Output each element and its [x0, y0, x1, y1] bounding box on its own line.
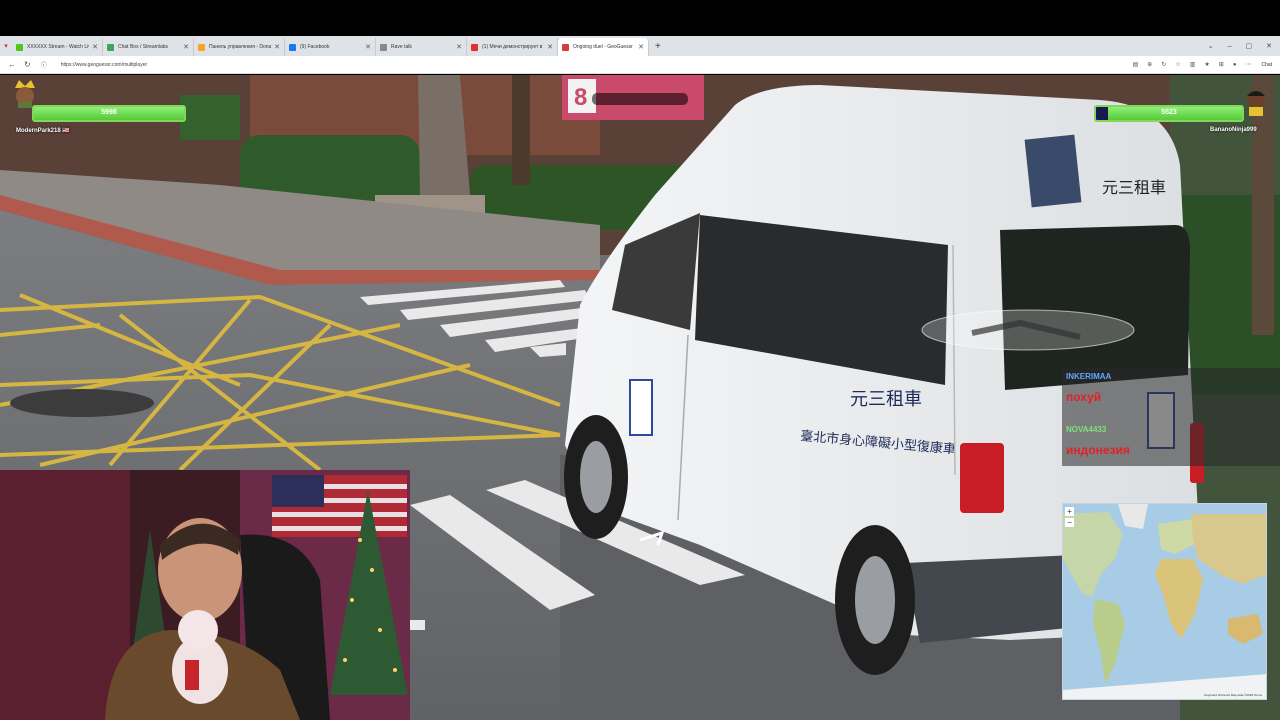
maximize-icon[interactable]: ▢ — [1246, 42, 1253, 50]
player-left-avatar — [15, 80, 35, 108]
site-info-icon[interactable]: ⓘ — [41, 60, 47, 69]
browser-tab-strip: ▾ XXXXXX Stream - Watch Live on K✕Chat B… — [0, 36, 1280, 56]
stream-chat-overlay: INKERIMAA похуй NOVA4433 индонезия — [1062, 368, 1280, 466]
banner-number: 8 — [574, 84, 587, 111]
world-map — [1063, 504, 1266, 699]
browser-tab[interactable]: XXXXXX Stream - Watch Live on K✕ — [12, 38, 103, 56]
new-tab-button[interactable]: + — [655, 41, 661, 52]
player-right-name: BananoNinja999 — [1210, 127, 1257, 133]
compass-bar — [592, 93, 688, 105]
address-bar-row: ← ↻ ⓘ https://www.geoguessr.com/multipla… — [0, 56, 1280, 74]
chat-user-2: NOVA4433 — [1066, 425, 1107, 434]
reader-icon[interactable]: ▤ — [1133, 61, 1139, 68]
tab-title: Rave talk — [391, 44, 412, 50]
more-menu-icon[interactable]: ⋯ — [1245, 61, 1251, 68]
tab-list-icon[interactable]: ⌄ — [1208, 42, 1214, 50]
chat-message-2: индонезия — [1066, 443, 1130, 457]
tab-favicon-icon — [380, 43, 387, 51]
tab-close-icon[interactable]: ✕ — [547, 43, 553, 51]
profile-icon[interactable]: ● — [1233, 62, 1237, 68]
tab-close-icon[interactable]: ✕ — [183, 43, 189, 51]
tab-favicon-icon — [198, 43, 205, 51]
map-attribution: Keyboard shortcuts Map data ©2025 Terms — [1204, 693, 1262, 697]
tab-title: XXXXXX Stream - Watch Live on K — [27, 44, 89, 50]
refresh-icon[interactable]: ↻ — [1161, 61, 1166, 68]
black-letterbox-top — [0, 0, 1280, 36]
minimize-icon[interactable]: – — [1228, 43, 1232, 50]
browser-tab[interactable]: Панель управления - Donationalerts✕ — [194, 38, 285, 56]
webcam-scene — [0, 470, 410, 720]
van-brand-rear: 元三租車 — [1102, 178, 1166, 197]
tab-close-icon[interactable]: ✕ — [274, 43, 280, 51]
map-zoom-out-button[interactable]: − — [1065, 518, 1074, 527]
zoom-icon[interactable]: ⊕ — [1147, 61, 1152, 68]
player-right-health-value: 5523 — [1161, 109, 1177, 116]
tab-title: Chat Box / Streamlabs — [118, 44, 169, 50]
browser-toolbar-icons: ▤ ⊕ ↻ ☆ ▥ ★ ⊞ ● ⋯ — [1133, 61, 1252, 69]
reload-icon[interactable]: ↻ — [24, 60, 31, 69]
player-left-name: ModernPark218 🇺🇸 — [16, 128, 70, 134]
tab-favicon-icon — [107, 43, 114, 51]
collections-icon[interactable]: ⊞ — [1219, 61, 1224, 68]
tab-close-icon[interactable]: ✕ — [456, 43, 462, 51]
browser-tab[interactable]: (1) Мечи демонстрирует в Yandex✕ — [467, 38, 558, 56]
tab-search-icon[interactable]: ▾ — [0, 36, 12, 56]
map-zoom-in-button[interactable]: + — [1065, 507, 1074, 516]
favorites-icon[interactable]: ★ — [1204, 61, 1209, 68]
player-left-health-bar: 5998 — [32, 105, 186, 122]
back-icon[interactable]: ← — [8, 60, 16, 69]
browser-tab[interactable]: Chat Box / Streamlabs ✕ — [103, 38, 194, 56]
van-brand-side: 元三租車 — [850, 389, 922, 410]
tab-title: Панель управления - Donationalerts — [209, 44, 272, 50]
guess-minimap[interactable]: Keyboard shortcuts Map data ©2025 Terms — [1062, 503, 1267, 700]
split-screen-icon[interactable]: ▥ — [1190, 61, 1196, 68]
tab-favicon-icon — [562, 43, 569, 51]
tab-favicon-icon — [471, 43, 478, 51]
browser-tab[interactable]: (9) Facebook ✕ — [285, 38, 376, 56]
player-right-avatar — [1247, 90, 1265, 116]
streamer-webcam — [0, 470, 410, 720]
tab-favicon-icon — [16, 43, 23, 51]
browser-tab[interactable]: Ongoing duel - GeoGuessr ✕ — [558, 38, 649, 56]
street-view-cursor — [921, 309, 1135, 351]
player-right-health-bar: 5523 — [1094, 105, 1244, 122]
tab-title: (9) Facebook — [300, 44, 330, 50]
url-field[interactable]: https://www.geoguessr.com/multiplayer — [61, 62, 1133, 68]
chat-message-1: похуй — [1066, 390, 1102, 404]
tab-close-icon[interactable]: ✕ — [92, 43, 98, 51]
player-left-health-value: 5998 — [101, 109, 117, 116]
close-window-icon[interactable]: ✕ — [1266, 42, 1272, 50]
tab-close-icon[interactable]: ✕ — [365, 43, 371, 51]
tab-title: (1) Мечи демонстрирует в Yandex — [482, 44, 544, 50]
tab-close-icon[interactable]: ✕ — [638, 43, 644, 51]
tab-favicon-icon — [289, 43, 296, 51]
tab-title: Ongoing duel - GeoGuessr — [573, 44, 633, 50]
chat-user-1: INKERIMAA — [1066, 372, 1112, 381]
window-controls: ⌄ – ▢ ✕ — [1208, 36, 1272, 56]
copilot-chat-button[interactable]: Chat — [1261, 62, 1272, 68]
browser-tab[interactable]: Rave talk ✕ — [376, 38, 467, 56]
favorite-icon[interactable]: ☆ — [1175, 61, 1180, 68]
